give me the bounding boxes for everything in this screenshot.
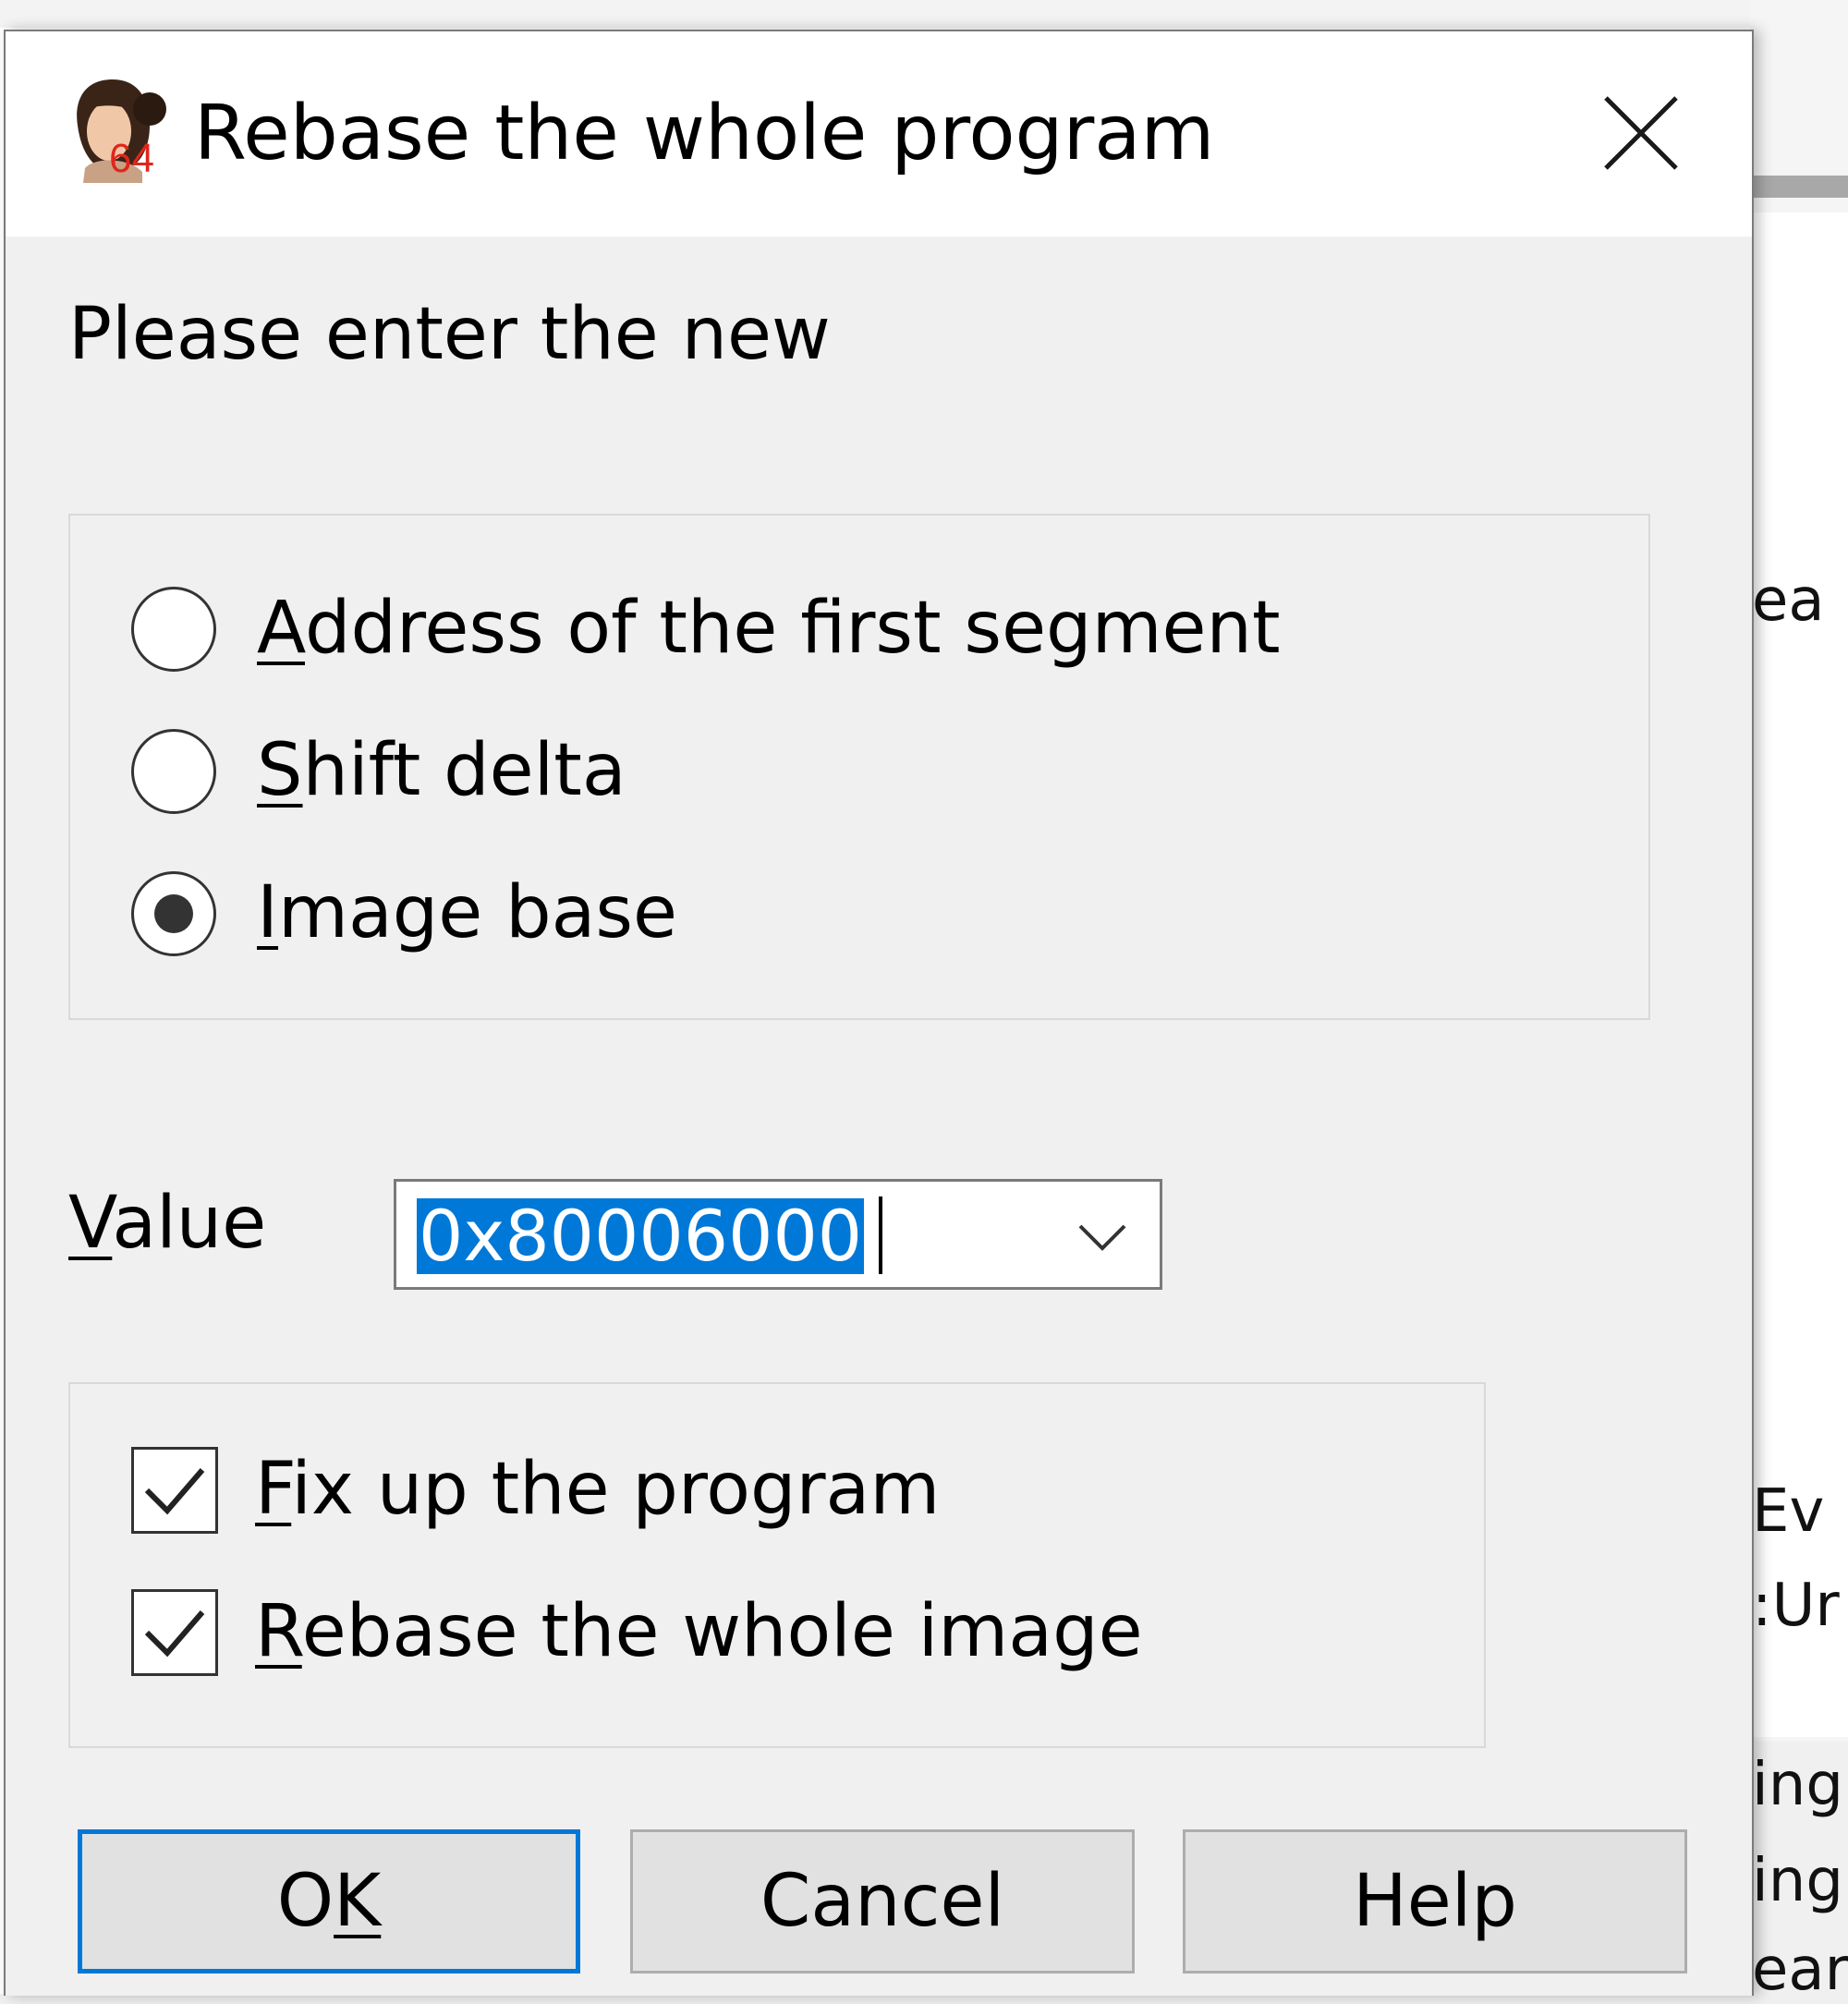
cancel-button[interactable]: Cancel [630, 1829, 1135, 1974]
radio-first-segment[interactable]: Address of the first segment [131, 586, 1281, 673]
checkbox-box[interactable] [131, 1589, 218, 1676]
checkmark-icon [144, 1610, 205, 1658]
title-bar[interactable]: 64 Rebase the whole program [6, 31, 1752, 237]
background-text-fragment: :Ur [1752, 1572, 1840, 1640]
text-caret [879, 1196, 882, 1274]
background-text-fragment: ing [1752, 1751, 1843, 1819]
checkbox-label: Rebase the whole image [255, 1590, 1143, 1674]
background-text-fragment: Ev [1752, 1477, 1825, 1546]
radio-button-selected[interactable] [131, 870, 216, 956]
ok-button[interactable]: OK [78, 1829, 580, 1974]
checkmark-icon [144, 1468, 205, 1515]
prompt-text: Please enter the new [68, 293, 831, 376]
options-group: Fix up the program Rebase the whole imag… [68, 1382, 1486, 1748]
value-input-selected-text[interactable]: 0x80006000 [417, 1198, 865, 1274]
checkbox-fix-up-program[interactable]: Fix up the program [131, 1447, 940, 1534]
checkbox-rebase-whole-image[interactable]: Rebase the whole image [131, 1589, 1143, 1676]
ida-app-icon: 64 [77, 79, 166, 183]
value-combobox[interactable]: 0x80006000 [394, 1179, 1162, 1290]
background-text-fragment: ea [1752, 566, 1825, 635]
radio-image-base[interactable]: Image base [131, 870, 677, 957]
radio-button[interactable] [131, 728, 216, 814]
background-text-fragment: ear [1752, 1936, 1848, 2004]
radio-label: Shift delta [257, 729, 626, 812]
radio-label: Image base [257, 871, 678, 954]
close-icon [1604, 96, 1678, 170]
radio-button[interactable] [131, 586, 216, 672]
rebase-dialog: 64 Rebase the whole program Please enter… [4, 30, 1754, 1996]
dropdown-button[interactable] [1073, 1213, 1132, 1261]
radio-shift-delta[interactable]: Shift delta [131, 728, 626, 815]
checkbox-label: Fix up the program [255, 1448, 941, 1532]
background-top-strip [0, 0, 1848, 28]
background-text-fragment: ing [1752, 1847, 1843, 1915]
rebase-mode-group: Address of the first segment Shift delta… [68, 514, 1650, 1020]
help-button[interactable]: Help [1183, 1829, 1687, 1974]
dialog-title: Rebase the whole program [194, 90, 1215, 177]
value-label: Value [68, 1182, 267, 1265]
svg-text:64: 64 [109, 136, 154, 181]
chevron-down-icon [1078, 1224, 1126, 1251]
radio-label: Address of the first segment [257, 587, 1281, 670]
background-scroll-bar[interactable] [1750, 176, 1848, 198]
checkbox-box[interactable] [131, 1447, 218, 1534]
close-button[interactable] [1576, 87, 1706, 179]
